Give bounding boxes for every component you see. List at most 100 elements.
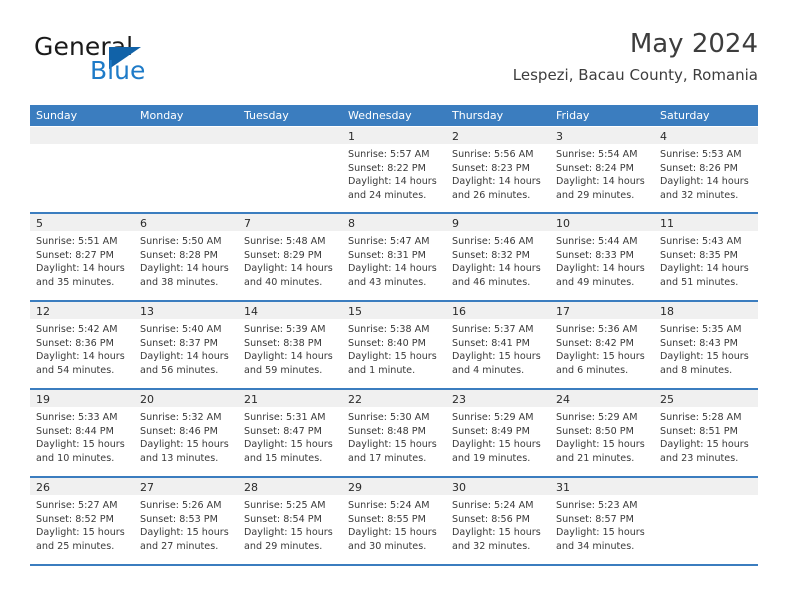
day-number: 7 xyxy=(244,217,251,230)
calendar-day-cell[interactable]: 1 Sunrise: 5:57 AM Sunset: 8:22 PM Daylight… xyxy=(342,127,446,212)
calendar-day-cell[interactable]: 20 Sunrise: 5:32 AM Sunset: 8:46 PM Dayligh… xyxy=(134,390,238,476)
day-number-band: 23 xyxy=(446,390,550,407)
sunrise-line: Sunrise: 5:54 AM xyxy=(556,149,638,160)
calendar-day-cell[interactable]: 2 Sunrise: 5:56 AM Sunset: 8:23 PM Daylight… xyxy=(446,127,550,212)
calendar-day-cell[interactable]: 11 Sunrise: 5:43 AM Sunset: 8:35 PM Dayligh… xyxy=(654,214,758,300)
calendar-empty-cell xyxy=(238,127,342,212)
day-details: Sunrise: 5:54 AM Sunset: 8:24 PM Daylight:… xyxy=(550,144,654,202)
day-number-band xyxy=(134,127,238,144)
calendar-day-cell[interactable]: 3 Sunrise: 5:54 AM Sunset: 8:24 PM Daylight… xyxy=(550,127,654,212)
calendar-day-cell[interactable]: 25 Sunrise: 5:28 AM Sunset: 8:51 PM Dayligh… xyxy=(654,390,758,476)
calendar-day-cell[interactable]: 22 Sunrise: 5:30 AM Sunset: 8:48 PM Dayligh… xyxy=(342,390,446,476)
calendar-day-cell[interactable]: 23 Sunrise: 5:29 AM Sunset: 8:49 PM Dayligh… xyxy=(446,390,550,476)
calendar-day-cell[interactable]: 14 Sunrise: 5:39 AM Sunset: 8:38 PM Dayligh… xyxy=(238,302,342,388)
calendar-day-cell[interactable]: 5 Sunrise: 5:51 AM Sunset: 8:27 PM Daylight… xyxy=(30,214,134,300)
page-title: May 2024 xyxy=(629,29,758,59)
calendar-day-cell[interactable]: 21 Sunrise: 5:31 AM Sunset: 8:47 PM Dayligh… xyxy=(238,390,342,476)
calendar-day-cell[interactable]: 6 Sunrise: 5:50 AM Sunset: 8:28 PM Daylight… xyxy=(134,214,238,300)
day-number-band: 29 xyxy=(342,478,446,495)
sunrise-line: Sunrise: 5:43 AM xyxy=(660,236,742,247)
daylight-line-cont: and 27 minutes. xyxy=(140,540,219,552)
daylight-line: Daylight: 14 hours xyxy=(36,351,125,363)
day-number: 18 xyxy=(660,305,674,318)
calendar-day-cell[interactable]: 7 Sunrise: 5:48 AM Sunset: 8:29 PM Daylight… xyxy=(238,214,342,300)
day-details: Sunrise: 5:29 AM Sunset: 8:49 PM Daylight:… xyxy=(446,407,550,465)
day-details: Sunrise: 5:53 AM Sunset: 8:26 PM Daylight:… xyxy=(654,144,758,202)
calendar-day-cell[interactable]: 9 Sunrise: 5:46 AM Sunset: 8:32 PM Daylight… xyxy=(446,214,550,300)
sunset-line: Sunset: 8:52 PM xyxy=(36,513,114,525)
day-number-band: 18 xyxy=(654,302,758,319)
day-number: 31 xyxy=(556,481,570,494)
daylight-line-cont: and 23 minutes. xyxy=(660,452,739,464)
sunset-line: Sunset: 8:47 PM xyxy=(244,425,322,437)
daylight-line: Daylight: 14 hours xyxy=(556,176,645,188)
calendar-day-cell[interactable]: 18 Sunrise: 5:35 AM Sunset: 8:43 PM Dayligh… xyxy=(654,302,758,388)
calendar-day-cell[interactable]: 28 Sunrise: 5:25 AM Sunset: 8:54 PM Dayligh… xyxy=(238,478,342,564)
sunrise-line: Sunrise: 5:31 AM xyxy=(244,412,326,423)
sunrise-line: Sunrise: 5:32 AM xyxy=(140,412,222,423)
daylight-line-cont: and 35 minutes. xyxy=(36,276,115,288)
sunrise-line: Sunrise: 5:39 AM xyxy=(244,324,326,335)
sunrise-line: Sunrise: 5:57 AM xyxy=(348,149,430,160)
sunset-line: Sunset: 8:48 PM xyxy=(348,425,426,437)
day-details xyxy=(30,144,134,148)
calendar-empty-cell xyxy=(134,127,238,212)
calendar-day-cell[interactable]: 8 Sunrise: 5:47 AM Sunset: 8:31 PM Daylight… xyxy=(342,214,446,300)
day-details: Sunrise: 5:46 AM Sunset: 8:32 PM Daylight:… xyxy=(446,231,550,289)
day-number: 28 xyxy=(244,481,258,494)
day-number: 26 xyxy=(36,481,50,494)
calendar-day-cell[interactable]: 19 Sunrise: 5:33 AM Sunset: 8:44 PM Dayligh… xyxy=(30,390,134,476)
sunrise-line: Sunrise: 5:36 AM xyxy=(556,324,638,335)
daylight-line: Daylight: 14 hours xyxy=(660,263,749,275)
daylight-line-cont: and 10 minutes. xyxy=(36,452,115,464)
sunrise-line: Sunrise: 5:38 AM xyxy=(348,324,430,335)
sunset-line: Sunset: 8:46 PM xyxy=(140,425,218,437)
day-number-band: 14 xyxy=(238,302,342,319)
calendar-day-cell[interactable]: 4 Sunrise: 5:53 AM Sunset: 8:26 PM Daylight… xyxy=(654,127,758,212)
daylight-line-cont: and 34 minutes. xyxy=(556,540,635,552)
daylight-line-cont: and 21 minutes. xyxy=(556,452,635,464)
day-number-band: 30 xyxy=(446,478,550,495)
daylight-line-cont: and 56 minutes. xyxy=(140,364,219,376)
day-number-band: 28 xyxy=(238,478,342,495)
calendar-day-cell[interactable]: 16 Sunrise: 5:37 AM Sunset: 8:41 PM Dayligh… xyxy=(446,302,550,388)
calendar-day-cell[interactable]: 13 Sunrise: 5:40 AM Sunset: 8:37 PM Dayligh… xyxy=(134,302,238,388)
daylight-line-cont: and 17 minutes. xyxy=(348,452,427,464)
calendar-day-cell[interactable]: 27 Sunrise: 5:26 AM Sunset: 8:53 PM Dayligh… xyxy=(134,478,238,564)
calendar-day-cell[interactable]: 31 Sunrise: 5:23 AM Sunset: 8:57 PM Dayligh… xyxy=(550,478,654,564)
day-number: 3 xyxy=(556,130,563,143)
sunset-line: Sunset: 8:43 PM xyxy=(660,337,738,349)
day-details: Sunrise: 5:50 AM Sunset: 8:28 PM Daylight:… xyxy=(134,231,238,289)
day-number-band: 1 xyxy=(342,127,446,144)
calendar-day-cell[interactable]: 30 Sunrise: 5:24 AM Sunset: 8:56 PM Dayligh… xyxy=(446,478,550,564)
day-number: 20 xyxy=(140,393,154,406)
daylight-line: Daylight: 15 hours xyxy=(660,439,749,451)
daylight-line: Daylight: 14 hours xyxy=(348,176,437,188)
day-number: 23 xyxy=(452,393,466,406)
calendar-week-row: 19 Sunrise: 5:33 AM Sunset: 8:44 PM Dayligh… xyxy=(30,390,758,478)
day-details xyxy=(134,144,238,148)
sunrise-line: Sunrise: 5:37 AM xyxy=(452,324,534,335)
day-number-band: 9 xyxy=(446,214,550,231)
day-details: Sunrise: 5:33 AM Sunset: 8:44 PM Daylight:… xyxy=(30,407,134,465)
sunrise-line: Sunrise: 5:47 AM xyxy=(348,236,430,247)
weekday-header-wednesday: Wednesday xyxy=(348,109,412,122)
general-blue-logo[interactable]: General Blue xyxy=(34,32,234,90)
day-details: Sunrise: 5:30 AM Sunset: 8:48 PM Daylight:… xyxy=(342,407,446,465)
calendar-day-cell[interactable]: 29 Sunrise: 5:24 AM Sunset: 8:55 PM Dayligh… xyxy=(342,478,446,564)
calendar-day-cell[interactable]: 10 Sunrise: 5:44 AM Sunset: 8:33 PM Dayligh… xyxy=(550,214,654,300)
calendar-day-cell[interactable]: 24 Sunrise: 5:29 AM Sunset: 8:50 PM Dayligh… xyxy=(550,390,654,476)
daylight-line: Daylight: 14 hours xyxy=(244,351,333,363)
daylight-line-cont: and 19 minutes. xyxy=(452,452,531,464)
sunset-line: Sunset: 8:44 PM xyxy=(36,425,114,437)
calendar-empty-cell xyxy=(30,127,134,212)
calendar-day-cell[interactable]: 15 Sunrise: 5:38 AM Sunset: 8:40 PM Dayligh… xyxy=(342,302,446,388)
day-number: 25 xyxy=(660,393,674,406)
calendar-day-cell[interactable]: 17 Sunrise: 5:36 AM Sunset: 8:42 PM Dayligh… xyxy=(550,302,654,388)
day-details: Sunrise: 5:28 AM Sunset: 8:51 PM Daylight:… xyxy=(654,407,758,465)
daylight-line-cont: and 25 minutes. xyxy=(36,540,115,552)
calendar-day-cell[interactable]: 12 Sunrise: 5:42 AM Sunset: 8:36 PM Dayligh… xyxy=(30,302,134,388)
calendar-day-cell[interactable]: 26 Sunrise: 5:27 AM Sunset: 8:52 PM Dayligh… xyxy=(30,478,134,564)
day-number-band xyxy=(654,478,758,495)
daylight-line: Daylight: 14 hours xyxy=(556,263,645,275)
